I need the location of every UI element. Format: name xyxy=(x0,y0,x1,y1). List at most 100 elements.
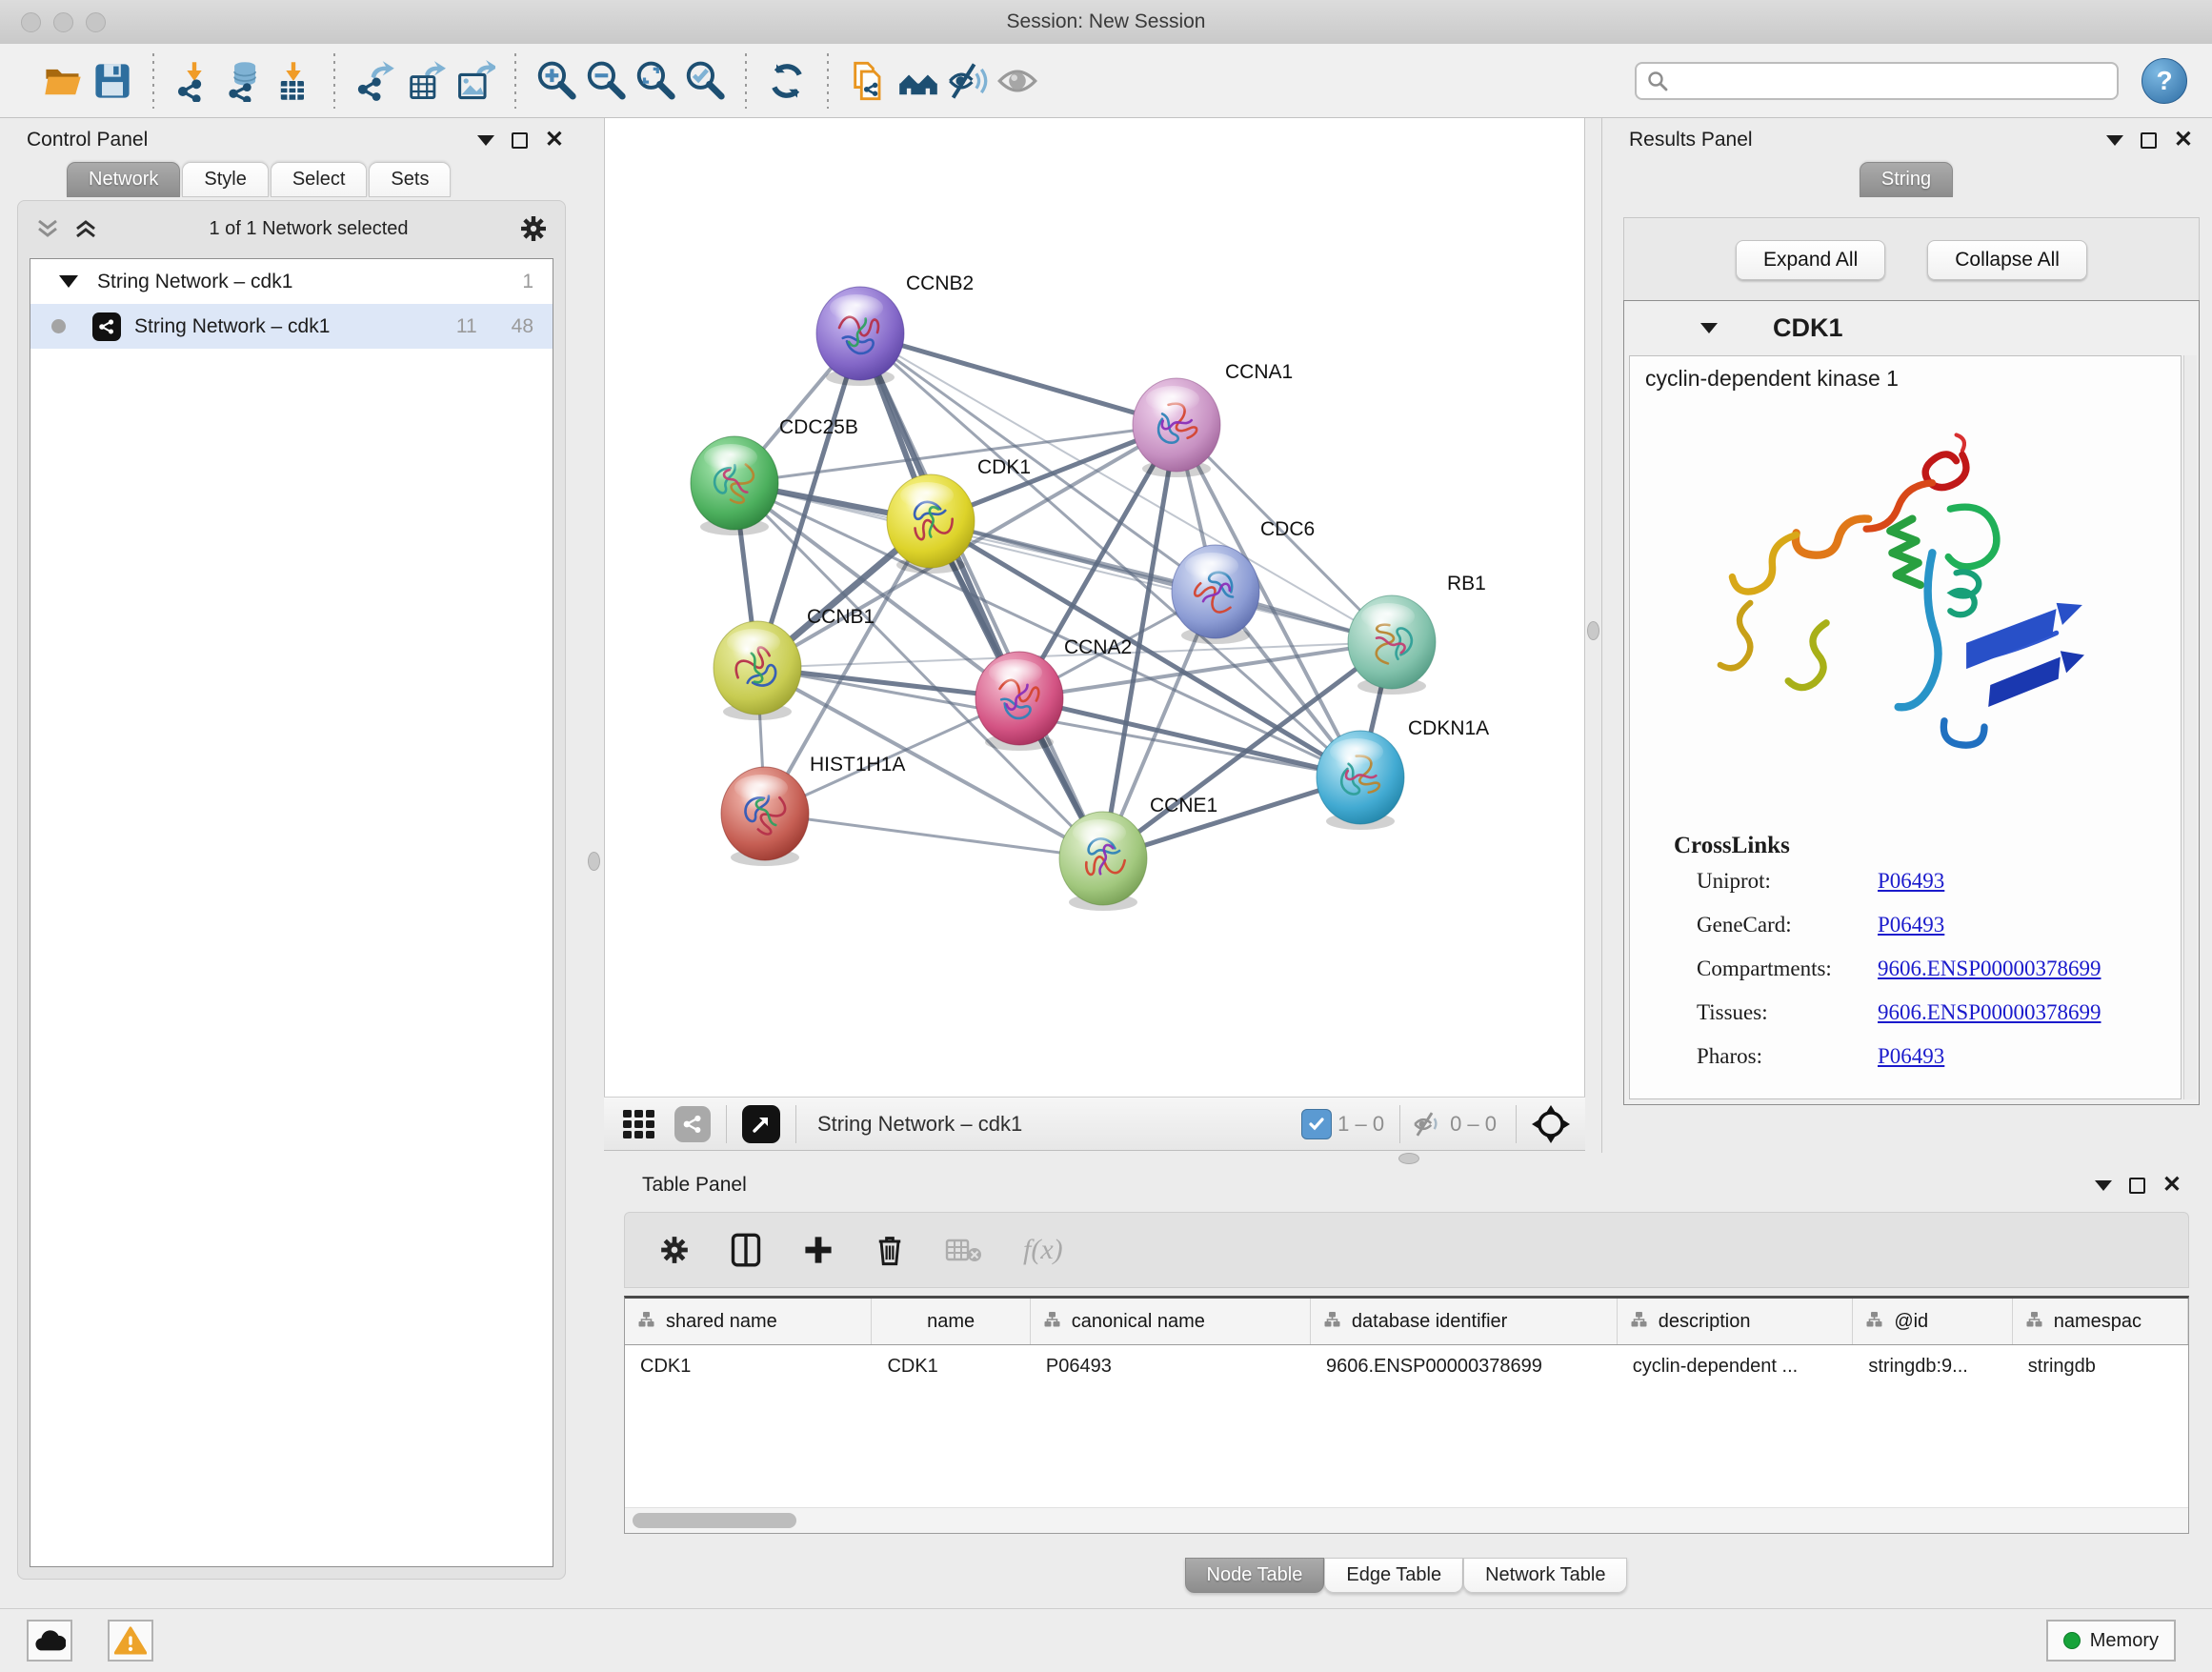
network-share-icon[interactable] xyxy=(674,1106,711,1142)
zoom-out-button[interactable] xyxy=(581,54,631,108)
tree-expand-icon[interactable] xyxy=(59,275,78,288)
save-session-button[interactable] xyxy=(88,54,137,108)
table-cell[interactable]: CDK1 xyxy=(872,1345,1030,1387)
panel-menu-icon[interactable] xyxy=(2106,135,2123,146)
column-header-name[interactable]: name xyxy=(872,1299,1030,1344)
tab-select[interactable]: Select xyxy=(271,162,368,197)
network-canvas[interactable]: CCNB2CCNA1CDC25BCDK1CDC6RB1CCNB1CCNA2CDK… xyxy=(604,118,1585,1097)
tab-style[interactable]: Style xyxy=(182,162,268,197)
collapse-all-icon[interactable] xyxy=(35,217,60,240)
column-header-description[interactable]: description xyxy=(1618,1299,1854,1344)
export-table-button[interactable] xyxy=(400,54,450,108)
network-graph[interactable]: CCNB2CCNA1CDC25BCDK1CDC6RB1CCNB1CCNA2CDK… xyxy=(605,118,1584,1097)
network-node-ccna1[interactable] xyxy=(1133,378,1220,477)
import-network-file-button[interactable] xyxy=(170,54,219,108)
open-session-button[interactable] xyxy=(38,54,88,108)
warnings-button[interactable] xyxy=(108,1620,153,1662)
panel-float-icon[interactable] xyxy=(512,132,528,149)
show-all-button[interactable] xyxy=(993,54,1042,108)
crosslink-value-link[interactable]: P06493 xyxy=(1878,913,1944,937)
network-node-cdkn1a[interactable] xyxy=(1317,731,1404,830)
network-node-rb1[interactable] xyxy=(1348,595,1436,695)
gear-icon[interactable] xyxy=(659,1235,690,1265)
window-zoom-button[interactable] xyxy=(86,12,106,32)
table-horizontal-scrollbar[interactable] xyxy=(625,1507,2188,1533)
fit-selected-crosshair-icon[interactable] xyxy=(1530,1103,1572,1145)
share-document-button[interactable] xyxy=(844,54,894,108)
panel-float-icon[interactable] xyxy=(2141,132,2157,149)
table-cell[interactable]: stringdb xyxy=(2013,1345,2188,1387)
tab-network-table[interactable]: Network Table xyxy=(1463,1558,1627,1593)
network-node-ccna2[interactable] xyxy=(975,652,1063,751)
panel-float-icon[interactable] xyxy=(2129,1178,2145,1194)
table-cell[interactable]: cyclin-dependent ... xyxy=(1618,1345,1854,1387)
crosslink-value-link[interactable]: 9606.ENSP00000378699 xyxy=(1878,957,2101,981)
results-scrollbar[interactable] xyxy=(2183,355,2197,1099)
export-network-button[interactable] xyxy=(351,54,400,108)
tab-network[interactable]: Network xyxy=(67,162,180,197)
search-input[interactable] xyxy=(1635,62,2119,100)
window-minimize-button[interactable] xyxy=(53,12,73,32)
gear-icon[interactable] xyxy=(519,214,548,243)
warning-icon xyxy=(114,1626,147,1655)
cdk1-section-header[interactable]: CDK1 xyxy=(1624,301,2199,354)
left-splitter[interactable] xyxy=(583,118,604,1608)
network-node-cdc25b[interactable] xyxy=(691,436,778,535)
import-table-file-button[interactable] xyxy=(269,54,318,108)
zoom-fit-button[interactable] xyxy=(631,54,680,108)
network-node-ccnb1[interactable] xyxy=(714,621,801,720)
tab-string[interactable]: String xyxy=(1860,162,1953,197)
share-document-icon xyxy=(848,60,890,102)
expand-all-icon[interactable] xyxy=(73,217,98,240)
refresh-view-button[interactable] xyxy=(762,54,812,108)
column-header-shared-name[interactable]: shared name xyxy=(625,1299,872,1344)
horizontal-splitter[interactable] xyxy=(604,1151,1583,1164)
crosslink-value-link[interactable]: P06493 xyxy=(1878,869,1944,894)
right-splitter[interactable] xyxy=(1583,118,1601,1153)
crosslink-value-link[interactable]: 9606.ENSP00000378699 xyxy=(1878,1000,2101,1025)
section-collapse-icon[interactable] xyxy=(1700,323,1718,333)
column-header-namespac[interactable]: namespac xyxy=(2013,1299,2188,1344)
help-button[interactable]: ? xyxy=(2142,58,2187,104)
panel-close-icon[interactable]: ✕ xyxy=(2174,129,2193,151)
tab-edge-table[interactable]: Edge Table xyxy=(1324,1558,1463,1593)
table-cell[interactable]: stringdb:9... xyxy=(1853,1345,2012,1387)
zoom-in-button[interactable] xyxy=(532,54,581,108)
tab-sets[interactable]: Sets xyxy=(369,162,451,197)
open-in-new-window-icon[interactable] xyxy=(742,1105,780,1143)
memory-button[interactable]: Memory xyxy=(2046,1620,2176,1662)
network-node-ccne1[interactable] xyxy=(1059,812,1147,911)
delete-column-icon[interactable] xyxy=(875,1233,905,1267)
hide-selection-button[interactable] xyxy=(943,54,993,108)
column-header-database-identifier[interactable]: database identifier xyxy=(1311,1299,1618,1344)
import-network-database-button[interactable] xyxy=(219,54,269,108)
panel-menu-icon[interactable] xyxy=(2095,1180,2112,1191)
grid-view-icon[interactable] xyxy=(621,1106,657,1142)
export-image-button[interactable] xyxy=(450,54,499,108)
panel-menu-icon[interactable] xyxy=(477,135,494,146)
tab-node-table[interactable]: Node Table xyxy=(1185,1558,1325,1593)
panel-close-icon[interactable]: ✕ xyxy=(545,129,564,151)
table-header-row: shared namenamecanonical namedatabase id… xyxy=(625,1299,2188,1345)
window-close-button[interactable] xyxy=(21,12,41,32)
crosslink-value-link[interactable]: P06493 xyxy=(1878,1044,1944,1069)
cloud-status-button[interactable] xyxy=(27,1620,72,1662)
table-cell[interactable]: 9606.ENSP00000378699 xyxy=(1311,1345,1618,1387)
selected-checkbox[interactable] xyxy=(1301,1109,1332,1139)
column-header-canonical-name[interactable]: canonical name xyxy=(1031,1299,1311,1344)
network-row-selected[interactable]: String Network – cdk1 11 48 xyxy=(30,304,553,349)
add-column-icon[interactable] xyxy=(802,1234,835,1266)
table-row[interactable]: CDK1CDK1P064939606.ENSP00000378699cyclin… xyxy=(625,1345,2188,1387)
panel-close-icon[interactable]: ✕ xyxy=(2162,1174,2182,1197)
home-button[interactable] xyxy=(894,54,943,108)
network-node-hist1h1a[interactable] xyxy=(721,767,809,866)
table-cell[interactable]: P06493 xyxy=(1031,1345,1311,1387)
zoom-selected-button[interactable] xyxy=(680,54,730,108)
column-header--id[interactable]: @id xyxy=(1853,1299,2012,1344)
show-columns-icon[interactable] xyxy=(730,1233,762,1267)
collapse-all-button[interactable]: Collapse All xyxy=(1927,240,2087,280)
network-collection-row[interactable]: String Network – cdk1 1 xyxy=(30,259,553,304)
table-cell[interactable]: CDK1 xyxy=(625,1345,872,1387)
expand-all-button[interactable]: Expand All xyxy=(1736,240,1885,280)
cdk1-section: CDK1 cyclin-dependent kinase 1 xyxy=(1623,300,2200,1105)
